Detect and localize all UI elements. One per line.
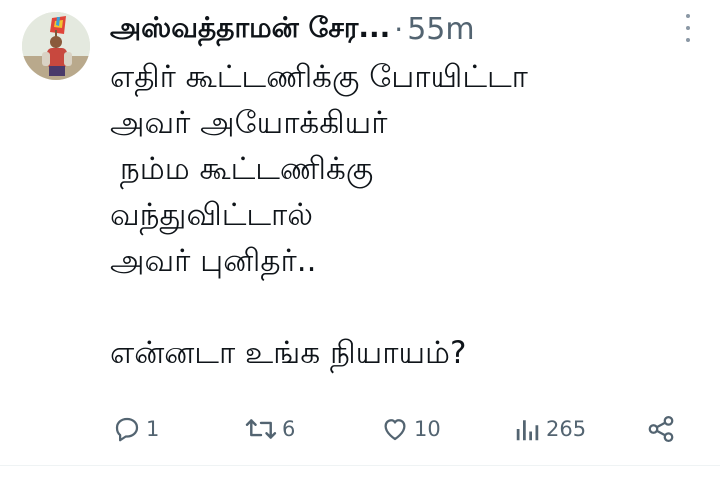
heart-icon xyxy=(384,419,406,441)
timestamp[interactable]: 55m xyxy=(407,12,474,47)
tweet-text-line: வந்துவிட்டால் xyxy=(110,197,313,233)
share-button[interactable] xyxy=(646,412,676,446)
avatar-image xyxy=(22,12,90,80)
tweet-text-line: அவர் புனிதர்.. xyxy=(110,243,317,279)
retweet-button[interactable]: 6 xyxy=(244,412,295,446)
avatar[interactable] xyxy=(22,12,90,80)
tweet-text: எதிர் கூட்டணிக்கு போயிட்டா அவர் அயோக்கிய… xyxy=(110,54,690,376)
action-bar: 1 6 10 265 xyxy=(0,408,720,450)
reply-button[interactable]: 1 xyxy=(112,412,159,446)
views-button[interactable]: 265 xyxy=(514,412,586,446)
tweet-text-line: என்னடா உங்க நியாயம்? xyxy=(110,335,467,371)
tweet[interactable]: அஸ்வத்தாமன் சேர... · 55m எதிர் கூட்டணிக்… xyxy=(0,0,720,478)
divider xyxy=(0,465,720,466)
like-count: 10 xyxy=(414,417,441,441)
share-icon xyxy=(648,416,674,442)
tweet-text-line: நம்ம கூட்டணிக்கு xyxy=(110,151,374,187)
analytics-icon xyxy=(516,420,539,441)
header-separator: · xyxy=(394,12,404,46)
tweet-header: அஸ்வத்தாமன் சேர... · 55m xyxy=(110,6,690,52)
tweet-text-line xyxy=(110,284,690,330)
views-count: 265 xyxy=(546,417,587,441)
author-name[interactable]: அஸ்வத்தாமன் சேர... xyxy=(110,11,390,48)
retweet-count: 6 xyxy=(282,417,296,441)
retweet-icon xyxy=(245,419,277,439)
reply-count: 1 xyxy=(146,417,160,441)
reply-icon xyxy=(115,417,139,442)
tweet-text-line: எதிர் கூட்டணிக்கு போயிட்டா xyxy=(110,59,528,95)
more-options-icon[interactable] xyxy=(682,14,694,42)
tweet-text-line: அவர் அயோக்கியர் xyxy=(110,105,388,141)
like-button[interactable]: 10 xyxy=(380,412,441,446)
